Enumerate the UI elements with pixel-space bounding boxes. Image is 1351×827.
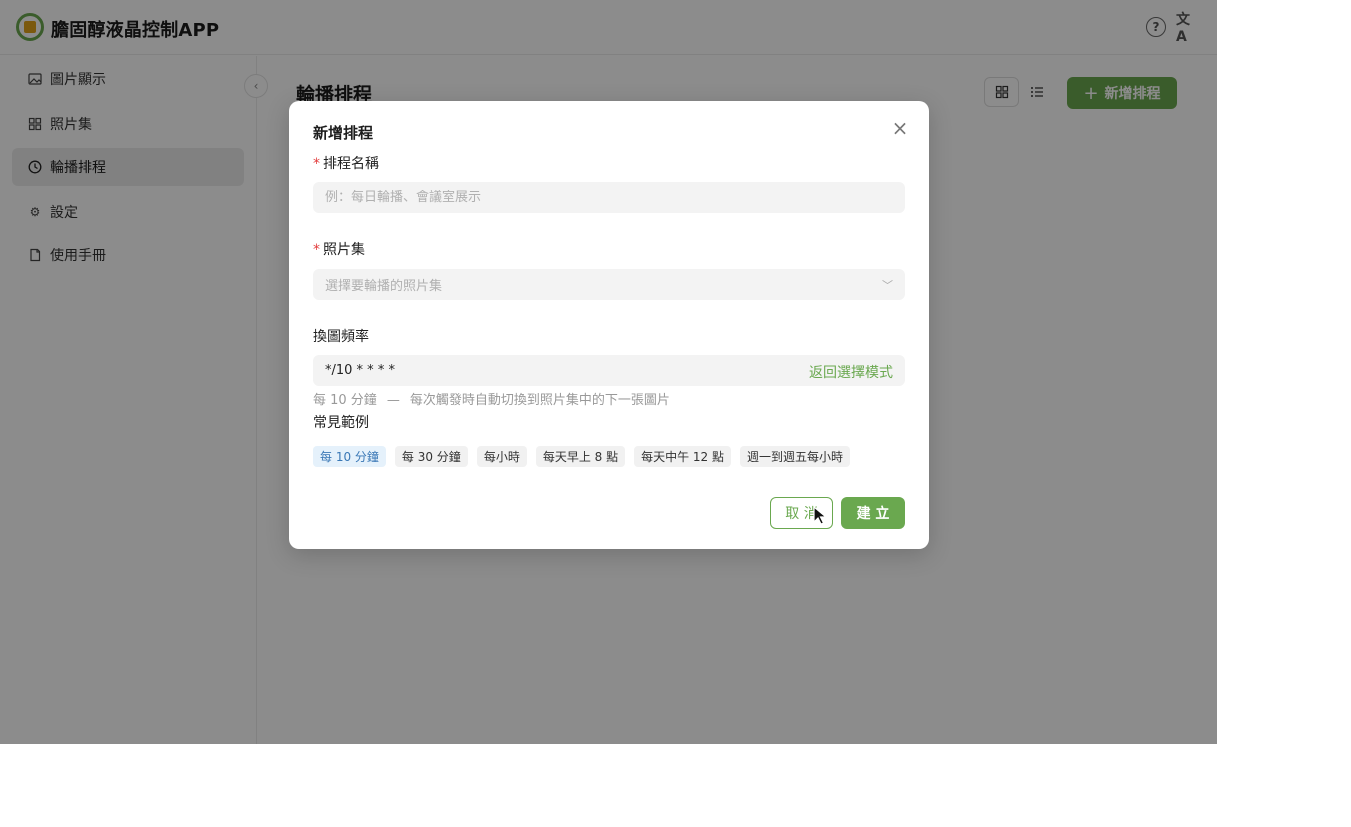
close-icon[interactable]: × (890, 118, 910, 138)
mouse-cursor-icon (813, 506, 828, 525)
example-chip-daily-8am[interactable]: 每天早上 8 點 (535, 446, 626, 467)
back-to-select-mode-link[interactable]: 返回選擇模式 (809, 362, 893, 382)
example-chip-daily-noon[interactable]: 每天中午 12 點 (634, 446, 731, 467)
add-schedule-dialog: 新增排程 × *排程名稱 *照片集 選擇要輪播的照片集 ﹀ 換圖頻率 */10 … (289, 101, 929, 549)
dialog-title: 新增排程 (313, 124, 374, 142)
create-button[interactable]: 建 立 (841, 497, 905, 529)
album-select-placeholder: 選擇要輪播的照片集 (325, 279, 443, 294)
hint-separator: — (386, 393, 400, 408)
schedule-name-input-wrapper (313, 182, 905, 213)
album-label: * 照片集 (313, 242, 365, 258)
schedule-name-label: * 排程名稱 (313, 156, 379, 172)
hint-interval: 每 10 分鐘 (313, 393, 377, 408)
examples-label: 常見範例 (313, 415, 369, 431)
cron-input[interactable]: */10 * * * * 返回選擇模式 (313, 355, 905, 386)
chevron-down-icon: ﹀ (882, 279, 893, 292)
example-chip-every-10-min[interactable]: 每 10 分鐘 (313, 446, 386, 467)
frequency-hint: 每 10 分鐘 — 每次觸發時自動切換到照片集中的下一張圖片 (313, 389, 670, 408)
example-chip-every-30-min[interactable]: 每 30 分鐘 (394, 446, 468, 467)
example-chip-weekday-hourly[interactable]: 週一到週五每小時 (740, 446, 851, 467)
frequency-label: 換圖頻率 (313, 329, 369, 345)
required-marker: * (313, 156, 320, 172)
app-window: 膽固醇液晶控制APP ? 文A 圖片顯示 照片集 輪播排程 ⚙ 設定 使用手冊 … (0, 0, 1217, 744)
example-chip-hourly[interactable]: 每小時 (476, 446, 527, 467)
schedule-name-input[interactable] (325, 190, 905, 205)
hint-description: 每次觸發時自動切換到照片集中的下一張圖片 (409, 393, 670, 408)
cron-expression: */10 * * * * (325, 363, 395, 378)
example-chips: 每 10 分鐘 每 30 分鐘 每小時 每天早上 8 點 每天中午 12 點 週… (313, 446, 851, 467)
required-marker: * (313, 242, 320, 258)
album-select[interactable]: 選擇要輪播的照片集 ﹀ (313, 269, 905, 300)
